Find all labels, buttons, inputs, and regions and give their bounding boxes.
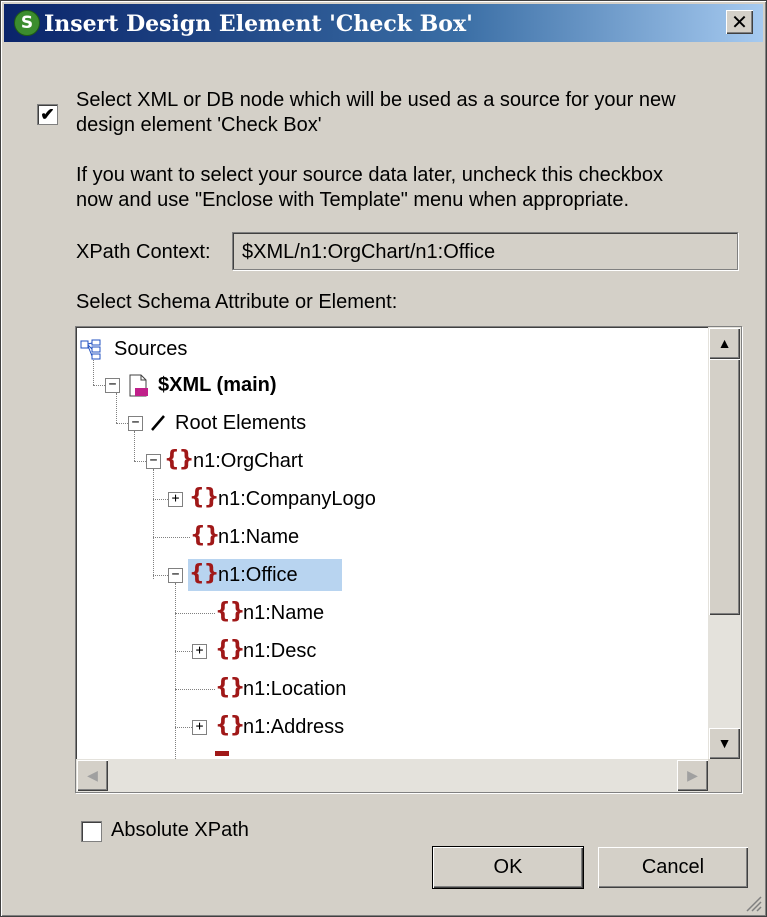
info-text-line2: now and use "Enclose with Template" menu…	[76, 189, 630, 211]
title-bar[interactable]: S Insert Design Element 'Check Box' ✕	[4, 4, 763, 42]
scroll-left-icon[interactable]: ◀	[77, 760, 108, 791]
scroll-up-icon[interactable]: ▲	[709, 328, 740, 359]
expand-icon[interactable]: +	[168, 492, 183, 507]
tree-connector	[153, 469, 154, 579]
element-icon: {}	[215, 599, 245, 624]
element-icon: {}	[164, 447, 194, 472]
tree-node-label: n1:Desc	[243, 640, 317, 662]
expand-icon[interactable]: +	[192, 644, 207, 659]
schema-tree[interactable]: Sources − $XML (main) − Root Elements − …	[75, 326, 742, 793]
partial-element-icon	[215, 751, 229, 756]
collapse-icon[interactable]: −	[128, 416, 143, 431]
vertical-scroll-thumb[interactable]	[709, 359, 740, 615]
element-icon: {}	[190, 523, 220, 548]
collapse-icon[interactable]: −	[146, 454, 161, 469]
tree-node-label: n1:Location	[243, 678, 347, 700]
source-checkbox-label-line1: Select XML or DB node which will be used…	[76, 89, 676, 111]
insert-design-element-dialog: S Insert Design Element 'Check Box' ✕ ✔ …	[0, 0, 767, 917]
tree-node-label: Sources	[114, 338, 188, 360]
dialog-title: Insert Design Element 'Check Box'	[44, 11, 473, 37]
element-icon: {}	[215, 675, 245, 700]
tree-connector	[153, 499, 168, 500]
tree-connector	[175, 583, 176, 763]
ok-button[interactable]: OK	[432, 846, 584, 889]
tree-connector	[134, 461, 146, 462]
xml-document-icon	[129, 374, 148, 397]
tree-connector	[175, 689, 215, 690]
tree-connector	[175, 613, 215, 614]
tree-connector	[93, 385, 105, 386]
tree-node-label: n1:Name	[243, 602, 325, 624]
collapse-icon[interactable]: −	[168, 568, 183, 583]
sources-icon	[80, 339, 101, 360]
tree-connector	[116, 423, 128, 424]
absolute-xpath-checkbox[interactable]	[81, 821, 102, 842]
xpath-context-field: $XML/n1:OrgChart/n1:Office	[232, 232, 738, 270]
xpath-context-label: XPath Context:	[76, 241, 211, 263]
cancel-button[interactable]: Cancel	[598, 847, 748, 888]
tree-node-label: n1:Office	[218, 564, 298, 586]
scroll-down-icon[interactable]: ▼	[709, 728, 740, 759]
scroll-right-icon[interactable]: ▶	[677, 760, 708, 791]
tree-connector	[175, 651, 192, 652]
expand-icon[interactable]: +	[192, 720, 207, 735]
info-text-line1: If you want to select your source data l…	[76, 164, 663, 186]
resize-grip-icon[interactable]	[744, 894, 762, 912]
tree-connector	[134, 431, 135, 461]
tree-connector	[93, 357, 94, 385]
absolute-xpath-label: Absolute XPath	[111, 819, 249, 841]
element-icon: {}	[189, 485, 219, 510]
tree-connector	[116, 393, 117, 423]
source-checkbox-label-line2: design element 'Check Box'	[76, 114, 322, 136]
tree-connector	[175, 727, 192, 728]
tree-node-label: n1:Name	[218, 526, 300, 548]
scrollbar-corner	[708, 759, 741, 792]
tree-node-label: n1:CompanyLogo	[218, 488, 376, 510]
vertical-scrollbar[interactable]: ▲ ▼	[708, 327, 741, 759]
horizontal-scrollbar[interactable]: ◀ ▶	[76, 759, 708, 792]
source-checkbox[interactable]: ✔	[37, 104, 58, 125]
element-icon: {}	[215, 637, 245, 662]
stylevision-app-icon: S	[14, 10, 40, 36]
close-button[interactable]: ✕	[726, 10, 753, 34]
tree-node-label: Root Elements	[175, 412, 307, 434]
element-icon: {}	[189, 561, 219, 586]
tree-node-label: n1:OrgChart	[193, 450, 304, 472]
element-icon: {}	[215, 713, 245, 738]
tree-node-label: $XML (main)	[158, 374, 277, 396]
tree-connector	[153, 537, 190, 538]
tree-node-label: n1:Address	[243, 716, 345, 738]
collapse-icon[interactable]: −	[105, 378, 120, 393]
tree-label: Select Schema Attribute or Element:	[76, 291, 398, 313]
tree-connector	[153, 575, 168, 576]
slash-icon	[151, 415, 165, 431]
